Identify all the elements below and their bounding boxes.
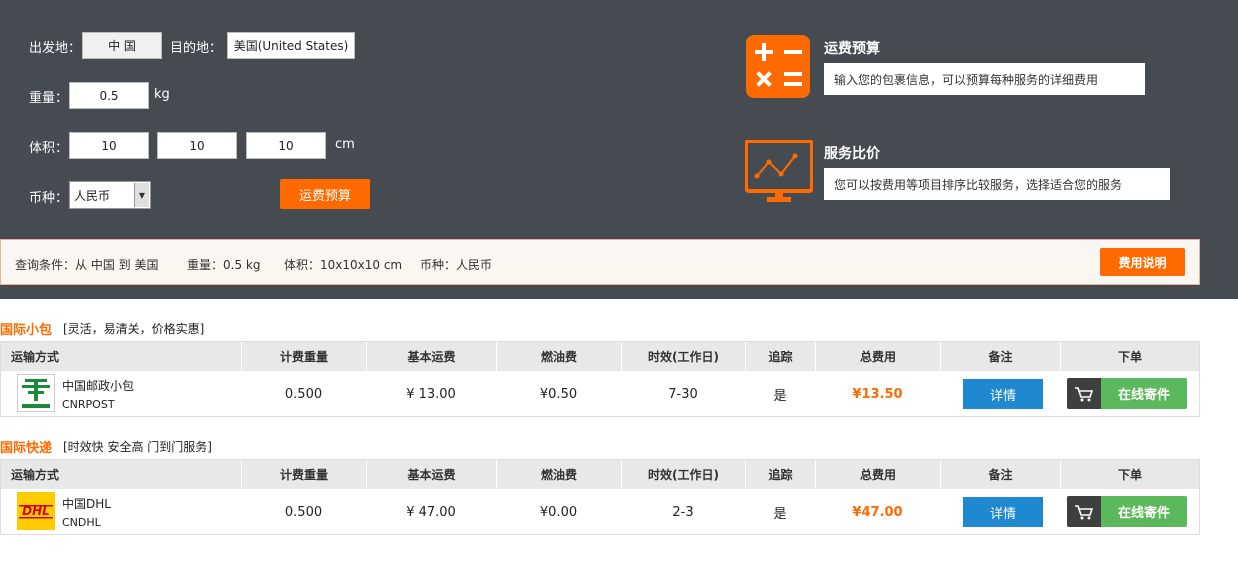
col-note: 备注 — [940, 460, 1060, 489]
feature-desc-estimate: 输入您的包裹信息，可以预算每种服务的详细费用 — [824, 63, 1145, 95]
section-title-small-parcel: 国际小包 — [0, 323, 53, 338]
feature-desc-compare: 您可以按费用等项目排序比较服务，选择适合您的服务 — [824, 168, 1170, 200]
width-input[interactable]: 10 — [157, 132, 237, 159]
table-header: 运输方式 计费重量 基本运费 燃油费 时效(工作日) 追踪 总费用 备注 下单 — [1, 460, 1199, 489]
col-days: 时效(工作日) — [621, 460, 745, 489]
estimate-button[interactable]: 运费预算 — [280, 179, 370, 209]
rates-table-small-parcel: 运输方式 计费重量 基本运费 燃油费 时效(工作日) 追踪 总费用 备注 下单 … — [0, 341, 1200, 417]
detail-button[interactable]: 详情 — [963, 497, 1043, 527]
col-days: 时效(工作日) — [621, 342, 745, 371]
col-note: 备注 — [940, 342, 1060, 371]
monitor-chart-icon — [744, 139, 814, 204]
section-subtitle-small-parcel: [灵活，易清关，价格实惠] — [63, 322, 205, 336]
detail-button[interactable]: 详情 — [963, 379, 1043, 409]
cell-track: 是 — [773, 389, 787, 404]
cell-total: ¥13.50 — [852, 387, 903, 402]
cell-days: 2-3 — [672, 505, 694, 520]
col-track: 追踪 — [745, 342, 815, 371]
cell-base: ¥ 47.00 — [406, 505, 456, 520]
currency-select[interactable]: 人民币 ▼ — [69, 181, 151, 209]
col-total: 总费用 — [815, 460, 940, 489]
cell-fuel: ¥0.00 — [539, 505, 578, 520]
length-input[interactable]: 10 — [69, 132, 149, 159]
dhl-logo: DHL — [17, 492, 55, 530]
origin-label: 出发地： — [29, 41, 82, 56]
carrier-name: 中国邮政小包 — [62, 379, 135, 393]
summary-currency: 币种：人民币 — [420, 258, 493, 272]
carrier-name: 中国DHL — [62, 497, 111, 511]
summary-weight: 重量：0.5 kg — [187, 258, 261, 272]
section-title-express: 国际快递 — [0, 441, 53, 456]
summary-volume: 体积：10x10x10 cm — [284, 258, 403, 272]
cell-base: ¥ 13.00 — [406, 387, 456, 402]
weight-input[interactable]: 0.5 — [69, 82, 149, 109]
weight-unit: kg — [154, 87, 170, 102]
feature-title-estimate: 运费预算 — [824, 41, 880, 57]
volume-unit: cm — [335, 137, 355, 152]
col-fuel: 燃油费 — [496, 460, 621, 489]
currency-value: 人民币 — [74, 188, 111, 203]
china-post-logo — [17, 374, 55, 412]
ship-online-label: 在线寄件 — [1101, 378, 1187, 409]
chevron-down-icon[interactable]: ▼ — [134, 183, 149, 207]
weight-label: 重量： — [29, 91, 69, 106]
destination-select[interactable]: 美国(United States) — [227, 32, 355, 59]
cart-icon — [1067, 496, 1101, 527]
cart-icon — [1067, 378, 1101, 409]
currency-label: 币种： — [29, 191, 69, 206]
col-base: 基本运费 — [366, 460, 496, 489]
cell-days: 7-30 — [668, 387, 698, 402]
cell-total: ¥47.00 — [852, 505, 903, 520]
ship-online-button[interactable]: 在线寄件 — [1067, 496, 1187, 527]
col-base: 基本运费 — [366, 342, 496, 371]
col-weight: 计费重量 — [241, 460, 366, 489]
height-input[interactable]: 10 — [246, 132, 326, 159]
cell-track: 是 — [773, 507, 787, 522]
calculator-icon — [746, 35, 810, 98]
col-total: 总费用 — [815, 342, 940, 371]
carrier-code: CNDHL — [62, 516, 101, 529]
cell-weight: 0.500 — [284, 387, 323, 402]
cell-fuel: ¥0.50 — [539, 387, 578, 402]
table-header: 运输方式 计费重量 基本运费 燃油费 时效(工作日) 追踪 总费用 备注 下单 — [1, 342, 1199, 371]
col-order: 下单 — [1060, 460, 1199, 489]
col-method: 运输方式 — [11, 350, 60, 364]
ship-online-label: 在线寄件 — [1101, 496, 1187, 527]
volume-label: 体积： — [29, 141, 69, 156]
col-method: 运输方式 — [11, 468, 60, 482]
carrier-code: CNRPOST — [62, 398, 115, 411]
origin-field[interactable]: 中 国 — [82, 32, 162, 59]
section-subtitle-express: [时效快 安全高 门到门服务] — [63, 440, 212, 454]
cell-weight: 0.500 — [284, 505, 323, 520]
calculator-panel: 出发地： 中 国 目的地： 美国(United States) 重量： 0.5 … — [0, 0, 1238, 299]
feature-title-compare: 服务比价 — [824, 146, 880, 162]
fee-explanation-button[interactable]: 费用说明 — [1100, 248, 1185, 276]
ship-online-button[interactable]: 在线寄件 — [1067, 378, 1187, 409]
col-weight: 计费重量 — [241, 342, 366, 371]
col-order: 下单 — [1060, 342, 1199, 371]
destination-label: 目的地： — [170, 41, 223, 56]
col-track: 追踪 — [745, 460, 815, 489]
col-fuel: 燃油费 — [496, 342, 621, 371]
summary-route: 查询条件：从 中国 到 美国 — [15, 258, 159, 272]
query-summary-bar: 查询条件：从 中国 到 美国 重量：0.5 kg 体积：10x10x10 cm … — [0, 239, 1200, 285]
rates-table-express: 运输方式 计费重量 基本运费 燃油费 时效(工作日) 追踪 总费用 备注 下单 … — [0, 459, 1200, 535]
